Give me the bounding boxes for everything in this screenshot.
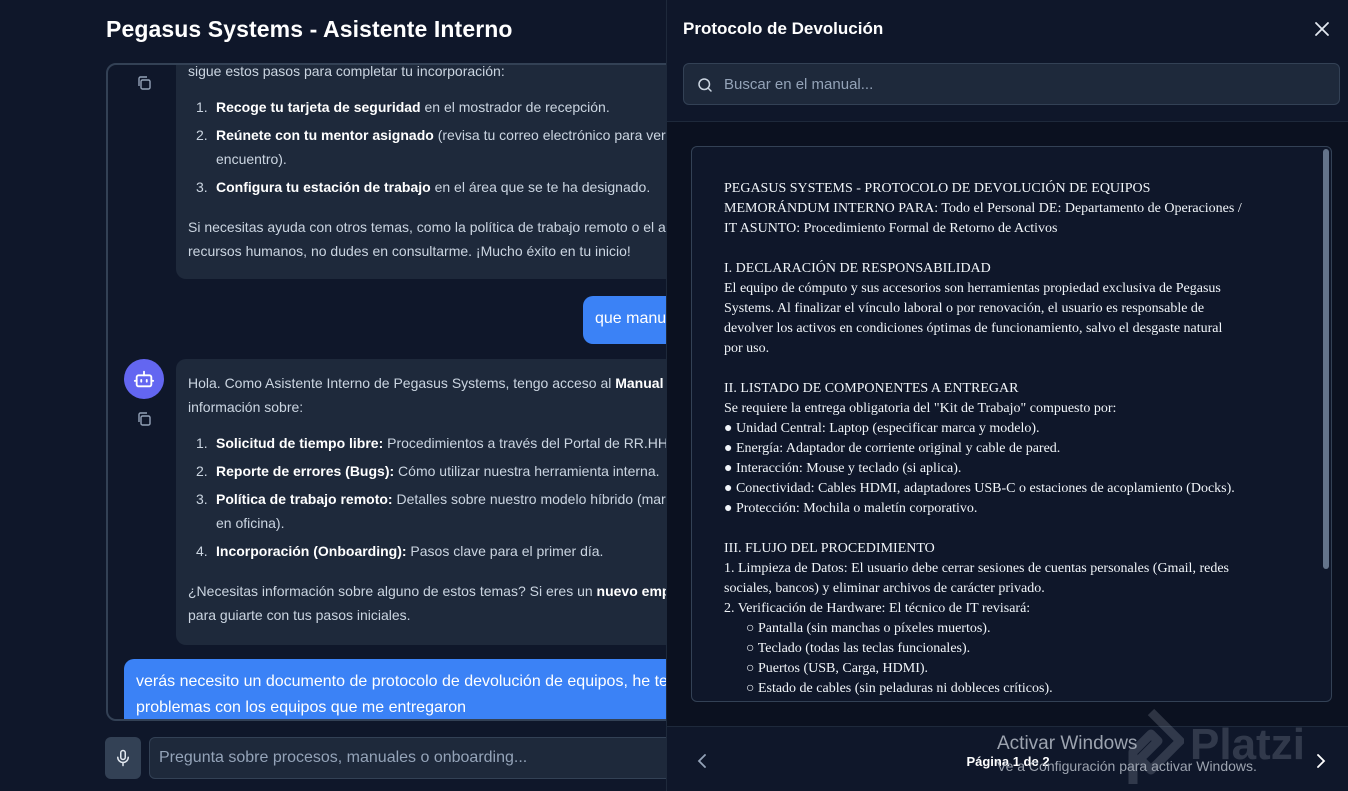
document-line: ○ Puertos (USB, Carga, HDMI). bbox=[746, 661, 929, 676]
document-text: PEGASUS SYSTEMS - PROTOCOLO DE DEVOLUCIÓ… bbox=[724, 179, 1294, 699]
document-line: ● Interacción: Mouse y teclado (si aplic… bbox=[724, 461, 962, 476]
mic-button[interactable] bbox=[105, 737, 141, 779]
document-line: II. LISTADO DE COMPONENTES A ENTREGAR bbox=[724, 381, 1019, 396]
steps-list: 1. Recoge tu tarjeta de seguridad en el m… bbox=[188, 95, 684, 199]
document-line: 2. Verificación de Hardware: El técnico … bbox=[724, 601, 1031, 616]
document-line: ○ Teclado (todas las teclas funcionales)… bbox=[746, 641, 971, 656]
message-text: Si necesitas ayuda con otros temas, como… bbox=[188, 219, 673, 235]
document-line: I. DECLARACIÓN DE RESPONSABILIDAD bbox=[724, 261, 991, 276]
list-item: 4. Incorporación (Onboarding): Pasos clav… bbox=[196, 543, 604, 559]
document-line: III. FLUJO DEL PROCEDIMIENTO bbox=[724, 541, 935, 556]
document-line: IT ASUNTO: Procedimiento Formal de Retor… bbox=[724, 221, 1058, 236]
message-text: ¿Necesitas información sobre alguno de e… bbox=[188, 583, 683, 599]
document-line: devolver los activos en condiciones ópti… bbox=[724, 321, 1223, 336]
document-line: por uso. bbox=[724, 341, 770, 356]
list-item: 2. Reporte de errores (Bugs): Cómo utiliz… bbox=[196, 463, 660, 479]
list-item: 1. Solicitud de tiempo libre: Procedimien… bbox=[196, 435, 672, 451]
document-line: Se requiere la entrega obligatoria del "… bbox=[724, 401, 1117, 416]
document-line: ○ Estado de cables (sin peladuras ni dob… bbox=[746, 681, 1053, 696]
microphone-icon bbox=[117, 749, 129, 767]
document-line: ● Protección: Mochila o maletín corporat… bbox=[724, 501, 978, 516]
document-line: ● Conectividad: Cables HDMI, adaptadores… bbox=[724, 481, 1235, 496]
document-line: ○ Pantalla (sin manchas o píxeles muerto… bbox=[746, 621, 991, 636]
list-item: 3. Configura tu estación de trabajo en el… bbox=[196, 179, 651, 195]
document-scrollbar[interactable] bbox=[1323, 149, 1329, 569]
document-line: ● Energía: Adaptador de corriente origin… bbox=[724, 441, 1061, 456]
bot-message: Hola. Como Asistente Interno de Pegasus … bbox=[176, 359, 684, 645]
close-button[interactable] bbox=[1311, 18, 1333, 40]
bot-avatar bbox=[124, 359, 164, 399]
message-text: información sobre: bbox=[188, 399, 304, 415]
list-item: 3. Política de trabajo remoto: Detalles s… bbox=[196, 491, 678, 531]
bot-message: sigue estos pasos para completar tu inco… bbox=[176, 63, 684, 279]
user-message: verás necesito un documento de protocolo… bbox=[124, 659, 684, 719]
robot-icon bbox=[133, 370, 155, 388]
copy-icon[interactable] bbox=[136, 75, 152, 91]
message-text: recursos humanos, no dudes en consultarm… bbox=[188, 243, 631, 259]
windows-activation-watermark: Activar Windows Ve a Configuración para … bbox=[997, 733, 1257, 774]
panel-header: Protocolo de Devolución bbox=[667, 0, 1348, 122]
document-line: Systems. Al finalizar el vínculo laboral… bbox=[724, 301, 1205, 316]
chat-history[interactable]: sigue estos pasos para completar tu inco… bbox=[106, 63, 686, 721]
search-input[interactable] bbox=[724, 64, 1324, 104]
document-panel: Protocolo de Devolución PEGASUS SYSTEMS … bbox=[666, 0, 1348, 791]
document-line: El equipo de cómputo y sus accesorios so… bbox=[724, 281, 1221, 296]
panel-title: Protocolo de Devolución bbox=[683, 19, 884, 38]
search-icon bbox=[698, 78, 712, 92]
document-line: 1. Limpieza de Datos: El usuario debe ce… bbox=[724, 561, 1229, 576]
topics-list: 1. Solicitud de tiempo libre: Procedimien… bbox=[188, 431, 684, 563]
message-text: Hola. Como Asistente Interno de Pegasus … bbox=[188, 375, 680, 391]
copy-icon[interactable] bbox=[136, 411, 152, 427]
document-viewer[interactable]: PEGASUS SYSTEMS - PROTOCOLO DE DEVOLUCIÓ… bbox=[691, 146, 1332, 702]
list-item: 2. Reúnete con tu mentor asignado (revisa… bbox=[196, 127, 678, 167]
app-title: Pegasus Systems - Asistente Interno bbox=[106, 16, 513, 42]
message-text: sigue estos pasos para completar tu inco… bbox=[188, 63, 505, 79]
close-icon bbox=[1315, 22, 1329, 36]
document-line: ● Unidad Central: Laptop (especificar ma… bbox=[724, 421, 1040, 436]
message-text: para guiarte con tus pasos iniciales. bbox=[188, 607, 411, 623]
document-line: MEMORÁNDUM INTERNO PARA: Todo el Persona… bbox=[724, 201, 1242, 216]
search-box bbox=[683, 63, 1340, 105]
chat-input[interactable] bbox=[149, 737, 689, 779]
list-item: 1. Recoge tu tarjeta de seguridad en el m… bbox=[196, 99, 610, 115]
document-line: sociales, bancos) y eliminar archivos de… bbox=[724, 581, 1045, 596]
chat-app: Pegasus Systems - Asistente Interno sigu… bbox=[0, 0, 689, 791]
document-line: PEGASUS SYSTEMS - PROTOCOLO DE DEVOLUCIÓ… bbox=[724, 181, 1151, 196]
